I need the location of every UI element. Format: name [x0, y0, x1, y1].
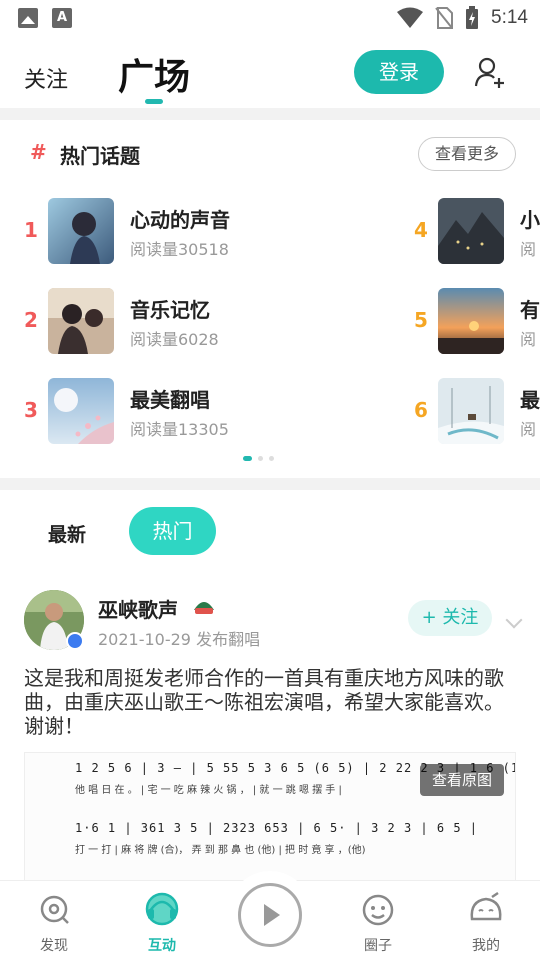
topic-name: 小: [520, 208, 540, 232]
topic-thumbnail: [48, 378, 114, 444]
discover-icon: [40, 895, 69, 924]
play-icon: [264, 904, 280, 926]
nav-label: 互动: [148, 938, 176, 954]
status-time: 5:14: [491, 7, 528, 28]
add-user-icon[interactable]: [474, 56, 506, 88]
nav-label: 我的: [472, 938, 500, 954]
topic-name: 最: [520, 388, 540, 412]
view-more-button[interactable]: 查看更多: [418, 137, 516, 171]
post-action: 发布翻唱: [196, 630, 261, 649]
feed-tab-hot[interactable]: 热门: [129, 507, 216, 555]
top-header: 关注 广场 登录: [0, 36, 540, 108]
topic-rank: 6: [414, 398, 428, 422]
topic-reads: 阅: [520, 420, 537, 439]
circle-icon: [362, 894, 394, 926]
tab-indicator: [145, 99, 163, 104]
carousel-dot: [269, 456, 274, 461]
chevron-down-icon[interactable]: [505, 611, 523, 629]
topic-item[interactable]: 3 最美翻唱 阅读量13305: [24, 378, 324, 444]
post-date: 2021-10-29: [98, 630, 191, 649]
view-original-button[interactable]: 查看原图: [420, 764, 504, 796]
verified-badge-icon: [66, 632, 84, 650]
topic-thumbnail: [48, 288, 114, 354]
topic-name: 最美翻唱: [130, 388, 210, 412]
feed-tab-latest[interactable]: 最新: [48, 520, 86, 547]
topic-item[interactable]: 1 心动的声音 阅读量30518: [24, 198, 324, 264]
nav-circle[interactable]: 圈子: [348, 889, 408, 955]
topic-name: 音乐记忆: [130, 298, 210, 322]
topic-reads: 阅读量6028: [130, 330, 219, 349]
topic-thumbnail: [438, 198, 504, 264]
score-line: 他 唱 日 在 。 | 宅 一 吃 麻 辣 火 锅 ， | 就 一 跳 嗯 摆 …: [75, 785, 342, 796]
carousel-dot-active: [243, 456, 252, 461]
profile-icon: [470, 891, 502, 921]
topic-rank: 5: [414, 308, 428, 332]
post-username[interactable]: 巫峡歌声: [98, 594, 178, 623]
follow-button[interactable]: + 关注: [408, 600, 492, 636]
topic-name: 有: [520, 298, 540, 322]
status-bar: A 5:14: [0, 0, 540, 36]
topic-rank: 4: [414, 218, 428, 242]
user-level-badge-icon: [194, 602, 214, 614]
score-line: 打 一 打 | 麻 将 牌 (合)， 弄 到 那 鼻 也 (他) | 把 时 竟…: [75, 845, 366, 856]
hot-topics-section: # 热门话题 查看更多 1 心动的声音 阅读量30518 2 音乐记忆 阅读量6…: [0, 120, 540, 478]
score-line: 1·6 1 | 361 3 5 | 2323 653 | 6 5· | 3 2 …: [75, 821, 479, 835]
carousel-dot: [258, 456, 263, 461]
bottom-navigation: 发现 互动 圈子 我的: [0, 871, 540, 960]
topic-item[interactable]: 2 音乐记忆 阅读量6028: [24, 288, 324, 354]
topic-reads: 阅: [520, 330, 537, 349]
post-text: 这是我和周挺发老师合作的一首具有重庆地方风味的歌曲，由重庆巫山歌王～陈祖宏演唱，…: [24, 666, 504, 738]
topic-item[interactable]: 4 小 阅: [414, 198, 540, 264]
login-button[interactable]: 登录: [354, 50, 444, 94]
topic-reads: 阅: [520, 240, 537, 259]
image-notification-icon: [18, 8, 38, 28]
topic-reads: 阅读量30518: [130, 240, 229, 259]
wifi-icon: [397, 7, 424, 28]
status-left-icons: A: [18, 8, 72, 28]
carousel-indicator: [243, 456, 274, 461]
topic-thumbnail: [438, 378, 504, 444]
font-notification-icon: A: [52, 8, 72, 28]
play-button[interactable]: [238, 883, 302, 947]
feed-section: 最新 热门 巫峡歌声 2021-10-29 发布翻唱 + 关注 这是我和周挺发老…: [0, 490, 540, 892]
topic-reads: 阅读量13305: [130, 420, 229, 439]
tab-square[interactable]: 广场: [118, 48, 190, 100]
nav-label: 圈子: [364, 938, 392, 954]
nav-interact[interactable]: 互动: [132, 889, 192, 955]
battery-charging-icon: [466, 6, 479, 29]
hash-icon: #: [30, 140, 47, 164]
topic-item[interactable]: 5 有 阅: [414, 288, 540, 354]
topic-thumbnail: [438, 288, 504, 354]
interact-icon: [145, 892, 179, 926]
topic-name: 心动的声音: [130, 208, 230, 232]
nav-label: 发现: [40, 938, 68, 954]
tab-follow[interactable]: 关注: [24, 62, 68, 94]
topic-rank: 3: [24, 398, 38, 422]
nav-profile[interactable]: 我的: [456, 889, 516, 955]
no-sim-icon: [435, 7, 454, 29]
topic-thumbnail: [48, 198, 114, 264]
hot-topics-title: 热门话题: [60, 144, 140, 168]
post-meta: 2021-10-29 发布翻唱: [98, 626, 260, 650]
nav-discover[interactable]: 发现: [24, 889, 84, 955]
topic-item[interactable]: 6 最 阅: [414, 378, 540, 444]
topic-rank: 2: [24, 308, 38, 332]
status-right-icons: 5:14: [397, 6, 528, 30]
topic-rank: 1: [24, 218, 38, 242]
